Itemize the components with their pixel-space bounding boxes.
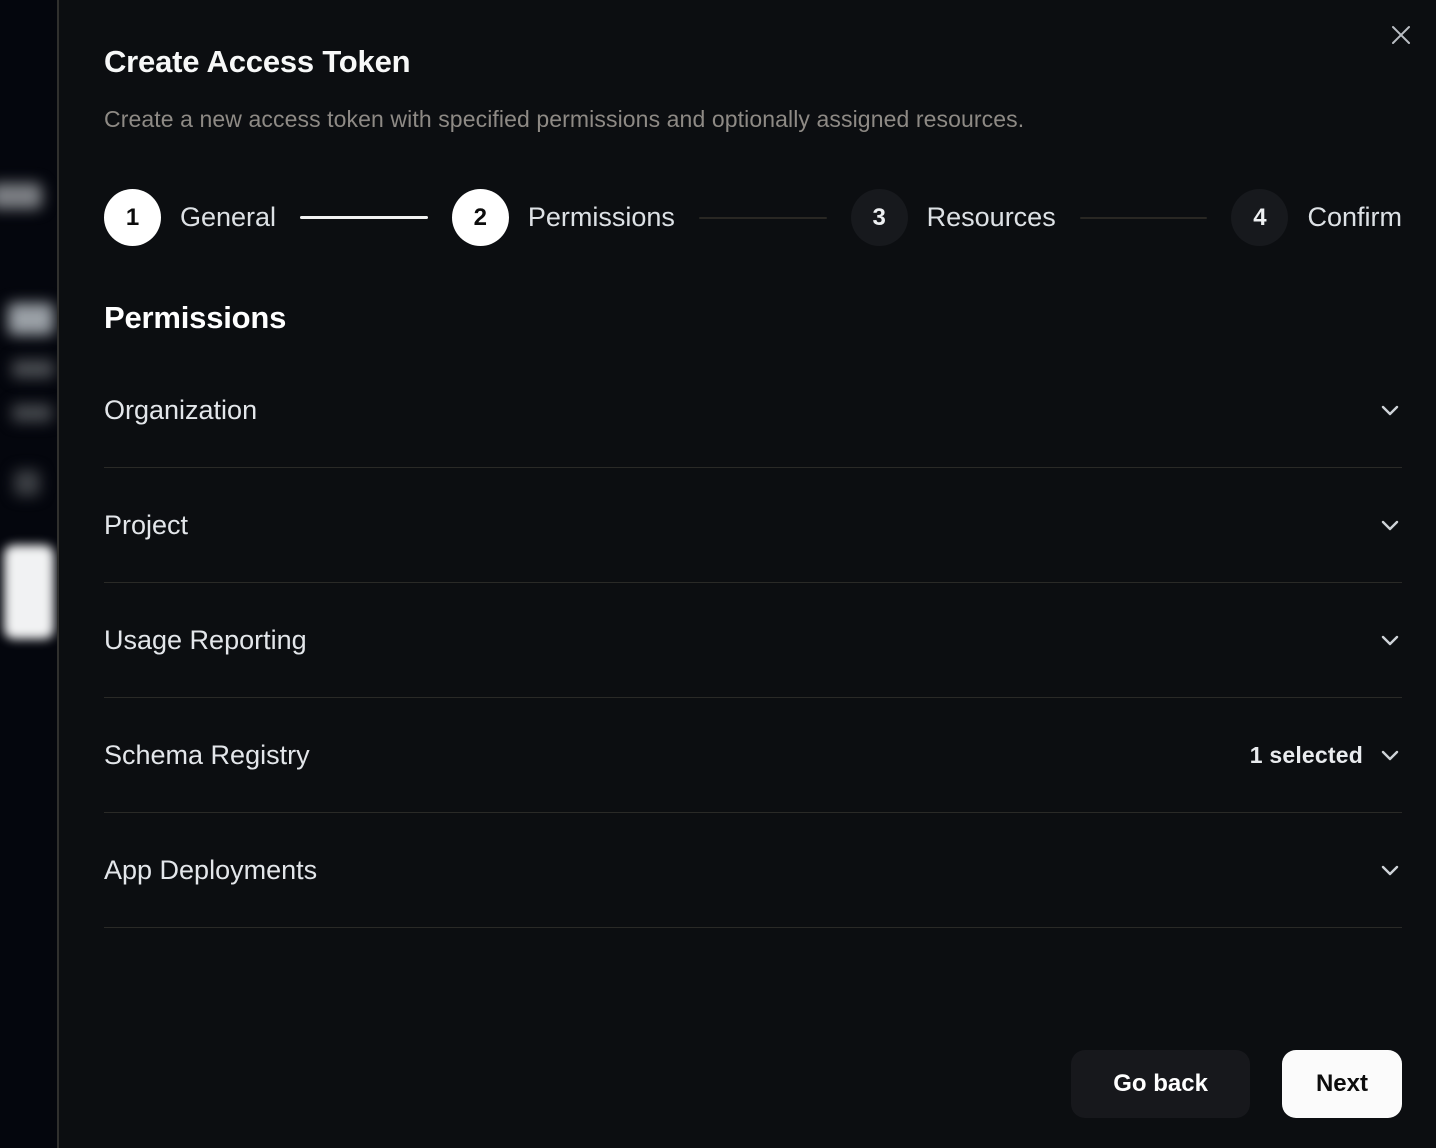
blurred-background-element (4, 545, 54, 639)
go-back-button[interactable]: Go back (1071, 1050, 1250, 1118)
next-button[interactable]: Next (1282, 1050, 1402, 1118)
accordion-row-usage-reporting[interactable]: Usage Reporting (104, 583, 1402, 698)
step-label: Resources (927, 202, 1056, 233)
step-label: Confirm (1307, 202, 1402, 233)
step-general[interactable]: 1 General (104, 189, 276, 246)
step-resources: 3 Resources (851, 189, 1056, 246)
selected-count-badge: 1 selected (1250, 742, 1363, 769)
accordion-row-app-deployments[interactable]: App Deployments (104, 813, 1402, 928)
chevron-down-icon[interactable] (1378, 398, 1402, 422)
chevron-down-icon[interactable] (1378, 628, 1402, 652)
stepper-connector (699, 217, 827, 219)
step-label: General (180, 202, 276, 233)
blurred-background-element (8, 303, 54, 335)
stepper-connector (1080, 217, 1208, 219)
dialog-subtitle: Create a new access token with specified… (104, 106, 1402, 133)
step-number-badge: 2 (452, 189, 509, 246)
accordion-row-organization[interactable]: Organization (104, 353, 1402, 468)
accordion-row-project[interactable]: Project (104, 468, 1402, 583)
step-confirm: 4 Confirm (1231, 189, 1402, 246)
blurred-background-element (0, 183, 42, 209)
step-number-badge: 3 (851, 189, 908, 246)
blurred-background-element (12, 404, 52, 422)
accordion-row-schema-registry[interactable]: Schema Registry 1 selected (104, 698, 1402, 813)
accordion-row-label: Schema Registry (104, 740, 310, 771)
accordion-row-label: Usage Reporting (104, 625, 307, 656)
step-permissions[interactable]: 2 Permissions (452, 189, 675, 246)
create-access-token-dialog: Create Access Token Create a new access … (57, 0, 1436, 1148)
permissions-accordion: Organization Project (104, 353, 1402, 928)
accordion-row-label: Organization (104, 395, 257, 426)
background-page-edge (0, 0, 57, 1148)
wizard-stepper: 1 General 2 Permissions 3 Resources 4 Co… (104, 189, 1402, 246)
blurred-background-element (14, 470, 40, 496)
step-label: Permissions (528, 202, 675, 233)
chevron-down-icon[interactable] (1378, 513, 1402, 537)
permissions-heading: Permissions (104, 300, 1402, 336)
accordion-row-label: App Deployments (104, 855, 317, 886)
stepper-connector (300, 216, 428, 219)
chevron-down-icon[interactable] (1378, 858, 1402, 882)
step-number-badge: 4 (1231, 189, 1288, 246)
accordion-row-label: Project (104, 510, 188, 541)
close-icon[interactable] (1386, 20, 1416, 50)
dialog-title: Create Access Token (104, 44, 1402, 80)
chevron-down-icon[interactable] (1378, 743, 1402, 767)
dialog-footer: Go back Next (104, 1050, 1402, 1118)
step-number-badge: 1 (104, 189, 161, 246)
blurred-background-element (12, 360, 54, 378)
